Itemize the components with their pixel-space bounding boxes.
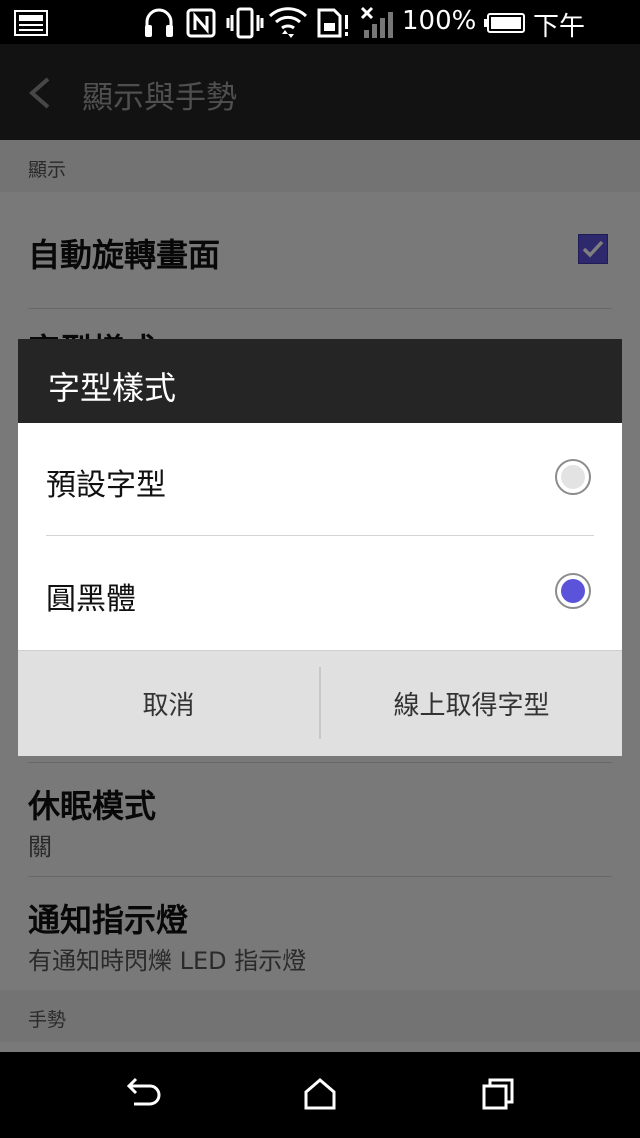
option-label: 圓黑體	[46, 582, 136, 617]
status-bar: 100% 下午2:33	[0, 0, 640, 73]
sim-alert-icon	[317, 8, 348, 38]
divider	[46, 535, 594, 536]
get-fonts-online-button[interactable]: 線上取得字型	[321, 651, 622, 756]
back-icon[interactable]	[124, 1076, 164, 1112]
vibrate-icon	[226, 7, 264, 39]
option-default-font[interactable]: 預設字型	[18, 423, 622, 535]
dialog-title-bar: 字型樣式	[18, 339, 622, 423]
battery-icon	[484, 13, 525, 33]
radio-inner	[561, 465, 585, 489]
dialog-title: 字型樣式	[48, 369, 177, 407]
radio-button-selected[interactable]	[555, 573, 591, 609]
battery-percent: 100%	[402, 6, 477, 36]
gallery-icon	[14, 10, 48, 36]
radio-inner	[561, 579, 585, 603]
home-icon[interactable]	[302, 1076, 338, 1112]
font-style-dialog: 字型樣式 預設字型 圓黑體 取消 線上取得字型	[18, 339, 622, 756]
no-signal-icon	[360, 6, 393, 38]
headset-icon	[145, 8, 173, 37]
cancel-button[interactable]: 取消	[18, 651, 319, 756]
dialog-button-bar: 取消 線上取得字型	[18, 650, 622, 756]
radio-button-unselected[interactable]	[555, 459, 591, 495]
recent-apps-icon[interactable]	[480, 1076, 516, 1112]
option-round-gothic-font[interactable]: 圓黑體	[18, 537, 622, 649]
nfc-icon	[186, 8, 216, 38]
navigation-bar	[0, 1052, 640, 1138]
option-label: 預設字型	[46, 468, 166, 503]
wifi-icon	[268, 7, 308, 38]
